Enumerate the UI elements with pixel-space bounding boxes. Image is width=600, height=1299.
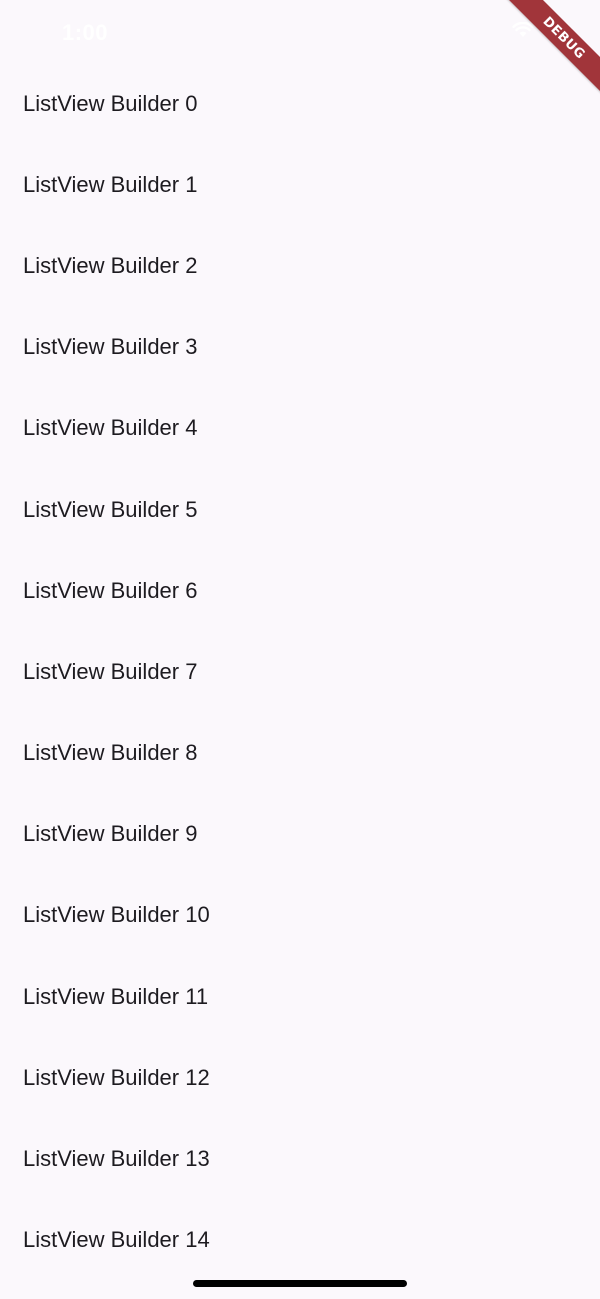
list-item[interactable]: ListView Builder 10 (0, 875, 600, 956)
wifi-icon (512, 22, 534, 38)
list-item-label: ListView Builder 4 (23, 415, 198, 441)
list-item-label: ListView Builder 11 (23, 983, 209, 1009)
list-item-label: ListView Builder 13 (23, 1146, 210, 1172)
list-item-label: ListView Builder 5 (23, 496, 198, 522)
list-item[interactable]: ListView Builder 14 (0, 1200, 600, 1281)
list-item-label: ListView Builder 1 (23, 171, 198, 197)
list-item-label: ListView Builder 0 (23, 90, 198, 116)
status-icons (512, 22, 574, 38)
list-item-label: ListView Builder 7 (23, 658, 198, 684)
list-item[interactable]: ListView Builder 11 (0, 956, 600, 1037)
list-item[interactable]: ListView Builder 5 (0, 469, 600, 550)
list-item-label: ListView Builder 10 (23, 902, 210, 928)
home-indicator[interactable] (193, 1280, 407, 1287)
list-item[interactable]: ListView Builder 7 (0, 631, 600, 712)
list-item-label: ListView Builder 6 (23, 577, 198, 603)
list-item[interactable]: ListView Builder 13 (0, 1118, 600, 1199)
list-item-label: ListView Builder 8 (23, 740, 198, 766)
list-item[interactable]: ListView Builder 9 (0, 794, 600, 875)
list-item-label: ListView Builder 2 (23, 252, 198, 278)
list-item[interactable]: ListView Builder 12 (0, 1037, 600, 1118)
list-item[interactable]: ListView Builder 2 (0, 225, 600, 306)
battery-icon (542, 22, 574, 38)
list-item[interactable]: ListView Builder 6 (0, 550, 600, 631)
list-item[interactable]: ListView Builder 1 (0, 144, 600, 225)
list-item-label: ListView Builder 3 (23, 334, 198, 360)
list-item[interactable]: ListView Builder 0 (0, 63, 600, 144)
status-bar: 1:00 (0, 0, 600, 66)
list-item[interactable]: ListView Builder 3 (0, 307, 600, 388)
list-item[interactable]: ListView Builder 8 (0, 713, 600, 794)
list-item-label: ListView Builder 14 (23, 1227, 210, 1253)
listview[interactable]: ListView Builder 0 ListView Builder 1 Li… (0, 63, 600, 1281)
list-item-label: ListView Builder 9 (23, 821, 198, 847)
list-item[interactable]: ListView Builder 4 (0, 388, 600, 469)
status-time: 1:00 (62, 20, 109, 45)
list-item-label: ListView Builder 12 (23, 1064, 210, 1090)
